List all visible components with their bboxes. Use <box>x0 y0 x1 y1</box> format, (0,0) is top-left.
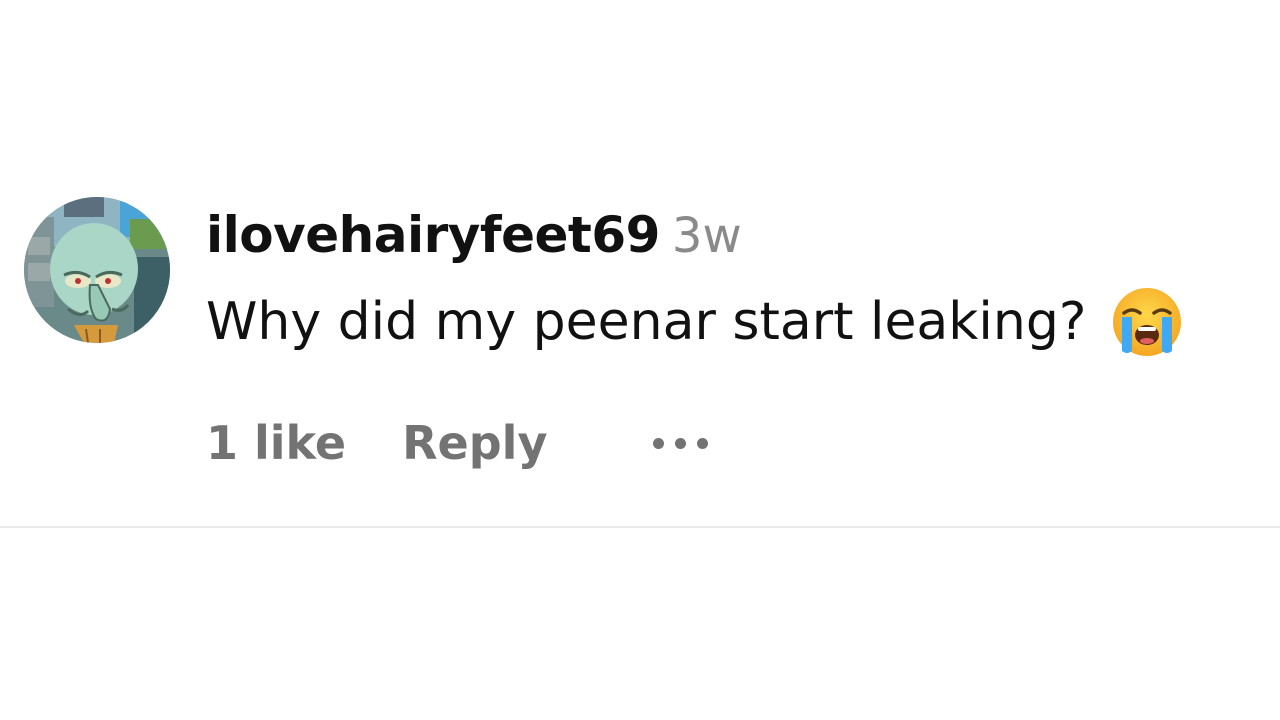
loudly-crying-face-emoji-icon <box>1110 285 1184 359</box>
more-dot <box>675 437 687 449</box>
divider <box>0 526 1280 528</box>
username[interactable]: ilovehairyfeet69 <box>206 206 660 264</box>
like-count-button[interactable]: 1 like <box>206 416 346 470</box>
comment-actions: 1 like Reply <box>206 408 709 478</box>
comment-item: ilovehairyfeet69 3w Why did my peenar sta… <box>0 0 1280 528</box>
avatar-image <box>24 197 170 343</box>
comment-header: ilovehairyfeet69 3w <box>206 206 742 276</box>
avatar[interactable] <box>24 197 170 343</box>
more-options-icon[interactable] <box>653 423 709 463</box>
reply-button[interactable]: Reply <box>402 416 547 470</box>
timestamp[interactable]: 3w <box>672 208 742 264</box>
page: ilovehairyfeet69 3w Why did my peenar sta… <box>0 0 1280 720</box>
comment-body: Why did my peenar start leaking? <box>206 282 1184 362</box>
more-dot <box>697 437 709 449</box>
comment-text: Why did my peenar start leaking? <box>206 292 1087 352</box>
more-dot <box>653 437 665 449</box>
